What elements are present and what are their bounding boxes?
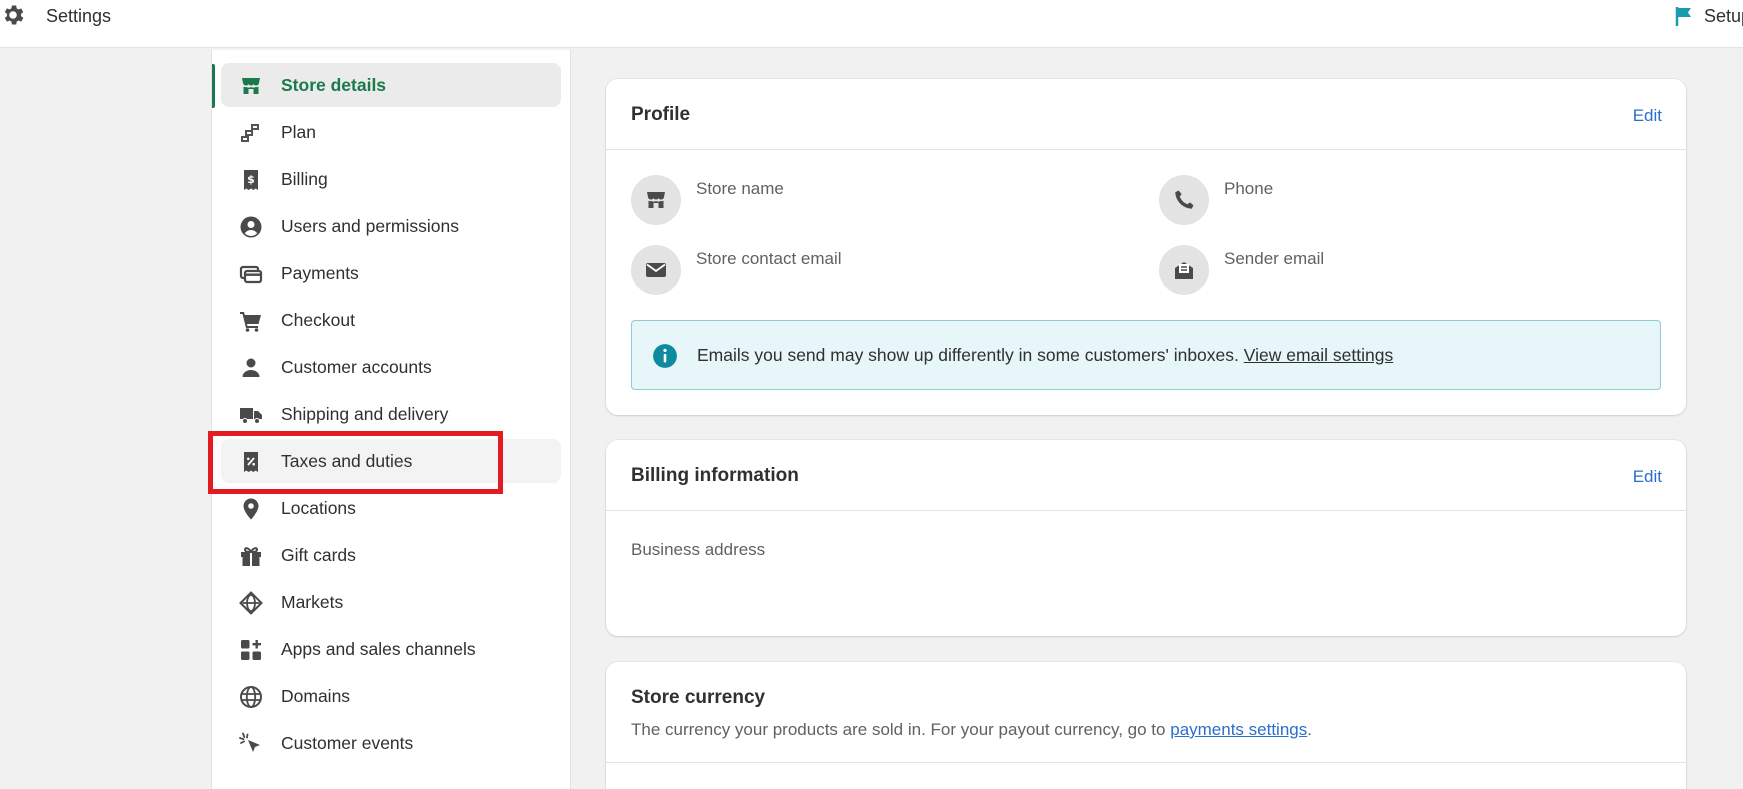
sidebar-item-label: Gift cards [281,545,356,565]
business-address-label: Business address [631,540,766,559]
svg-text:$: $ [247,173,255,186]
sidebar-item-label: Locations [281,498,356,518]
currency-description: The currency your products are sold in. … [631,720,1312,740]
gift-icon [239,544,263,568]
sidebar-item-checkout[interactable]: Checkout [221,298,561,342]
sidebar-item-taxes-duties[interactable]: Taxes and duties [221,439,561,483]
sidebar-item-label: Customer events [281,733,414,753]
person-icon [239,356,263,380]
billing-card: Billing information Edit Business addres… [606,440,1686,636]
sidebar-item-label: Checkout [281,310,355,330]
info-icon [652,343,678,369]
sender-email-label: Sender email [1224,249,1325,268]
sidebar-item-label: Markets [281,592,344,612]
store-name-label: Store name [696,179,784,198]
sidebar-item-label: Plan [281,122,317,142]
sidebar-item-markets[interactable]: Markets [221,580,561,624]
currency-card: Store currency The currency your product… [606,662,1686,789]
flag-icon[interactable] [1674,5,1694,27]
sidebar-item-users-permissions[interactable]: Users and permissions [221,204,561,248]
billing-icon: $ [239,168,263,192]
sidebar-item-store-details[interactable]: Store details [221,63,561,107]
sidebar-item-label: Billing [281,169,328,189]
sidebar-item-label: Shipping and delivery [281,404,449,424]
sidebar-item-label: Store details [281,75,387,95]
payments-settings-link[interactable]: payments settings [1170,720,1307,739]
sidebar-item-label: Users and permissions [281,216,459,236]
profile-card: Profile Edit Store name Phone Store cont… [606,79,1686,415]
banner-text: Emails you send may show up differently … [697,345,1393,366]
billing-title: Billing information [631,465,799,486]
sidebar-item-label: Taxes and duties [281,451,413,471]
sidebar-item-locations[interactable]: Locations [221,486,561,530]
active-indicator [212,64,215,108]
inbox-icon [1159,245,1209,295]
location-pin-icon [239,497,263,521]
apps-icon [239,638,263,662]
phone-icon [1159,175,1209,225]
contact-email-label: Store contact email [696,249,842,268]
phone-label: Phone [1224,179,1274,198]
setup-link[interactable]: Setup [1704,6,1743,27]
view-email-settings-link[interactable]: View email settings [1244,345,1393,365]
sidebar-item-domains[interactable]: Domains [221,674,561,718]
profile-title: Profile [631,104,691,125]
sidebar-item-label: Payments [281,263,359,283]
sidebar-item-plan[interactable]: Plan [221,110,561,154]
sidebar-item-billing[interactable]: $ Billing [221,157,561,201]
sidebar-item-payments[interactable]: Payments [221,251,561,295]
currency-description-text: The currency your products are sold in. … [631,720,1166,739]
currency-divider [606,762,1686,763]
currency-title: Store currency [631,687,766,708]
billing-divider [606,510,1686,511]
profile-divider [606,149,1686,150]
sidebar-item-label: Apps and sales channels [281,639,476,659]
top-bar: Settings Setup [0,0,1743,48]
truck-icon [239,403,263,427]
cursor-click-icon [239,732,263,756]
sidebar-item-label: Domains [281,686,351,706]
sidebar-item-gift-cards[interactable]: Gift cards [221,533,561,577]
payments-icon [239,262,263,286]
currency-period: . [1307,720,1312,739]
store-icon [239,74,263,98]
page-title: Settings [46,6,112,26]
settings-sidebar: Store details Plan $ Billing Users and p… [211,50,571,789]
sidebar-item-apps-sales-channels[interactable]: Apps and sales channels [221,627,561,671]
globe-icon [239,685,263,709]
sidebar-item-shipping-delivery[interactable]: Shipping and delivery [221,392,561,436]
envelope-icon [631,245,681,295]
tax-receipt-icon [239,450,263,474]
cart-icon [239,309,263,333]
gear-icon [0,2,26,28]
sidebar-item-label: Customer accounts [281,357,432,377]
banner-message: Emails you send may show up differently … [697,345,1239,365]
billing-edit-link[interactable]: Edit [1633,467,1662,487]
globe-markets-icon [239,591,263,615]
sidebar-item-customer-events[interactable]: Customer events [221,721,561,765]
profile-edit-link[interactable]: Edit [1633,106,1662,126]
store-icon [631,175,681,225]
user-circle-icon [239,215,263,239]
plan-icon [239,121,263,145]
sidebar-item-customer-accounts[interactable]: Customer accounts [221,345,561,389]
email-info-banner: Emails you send may show up differently … [631,320,1661,390]
